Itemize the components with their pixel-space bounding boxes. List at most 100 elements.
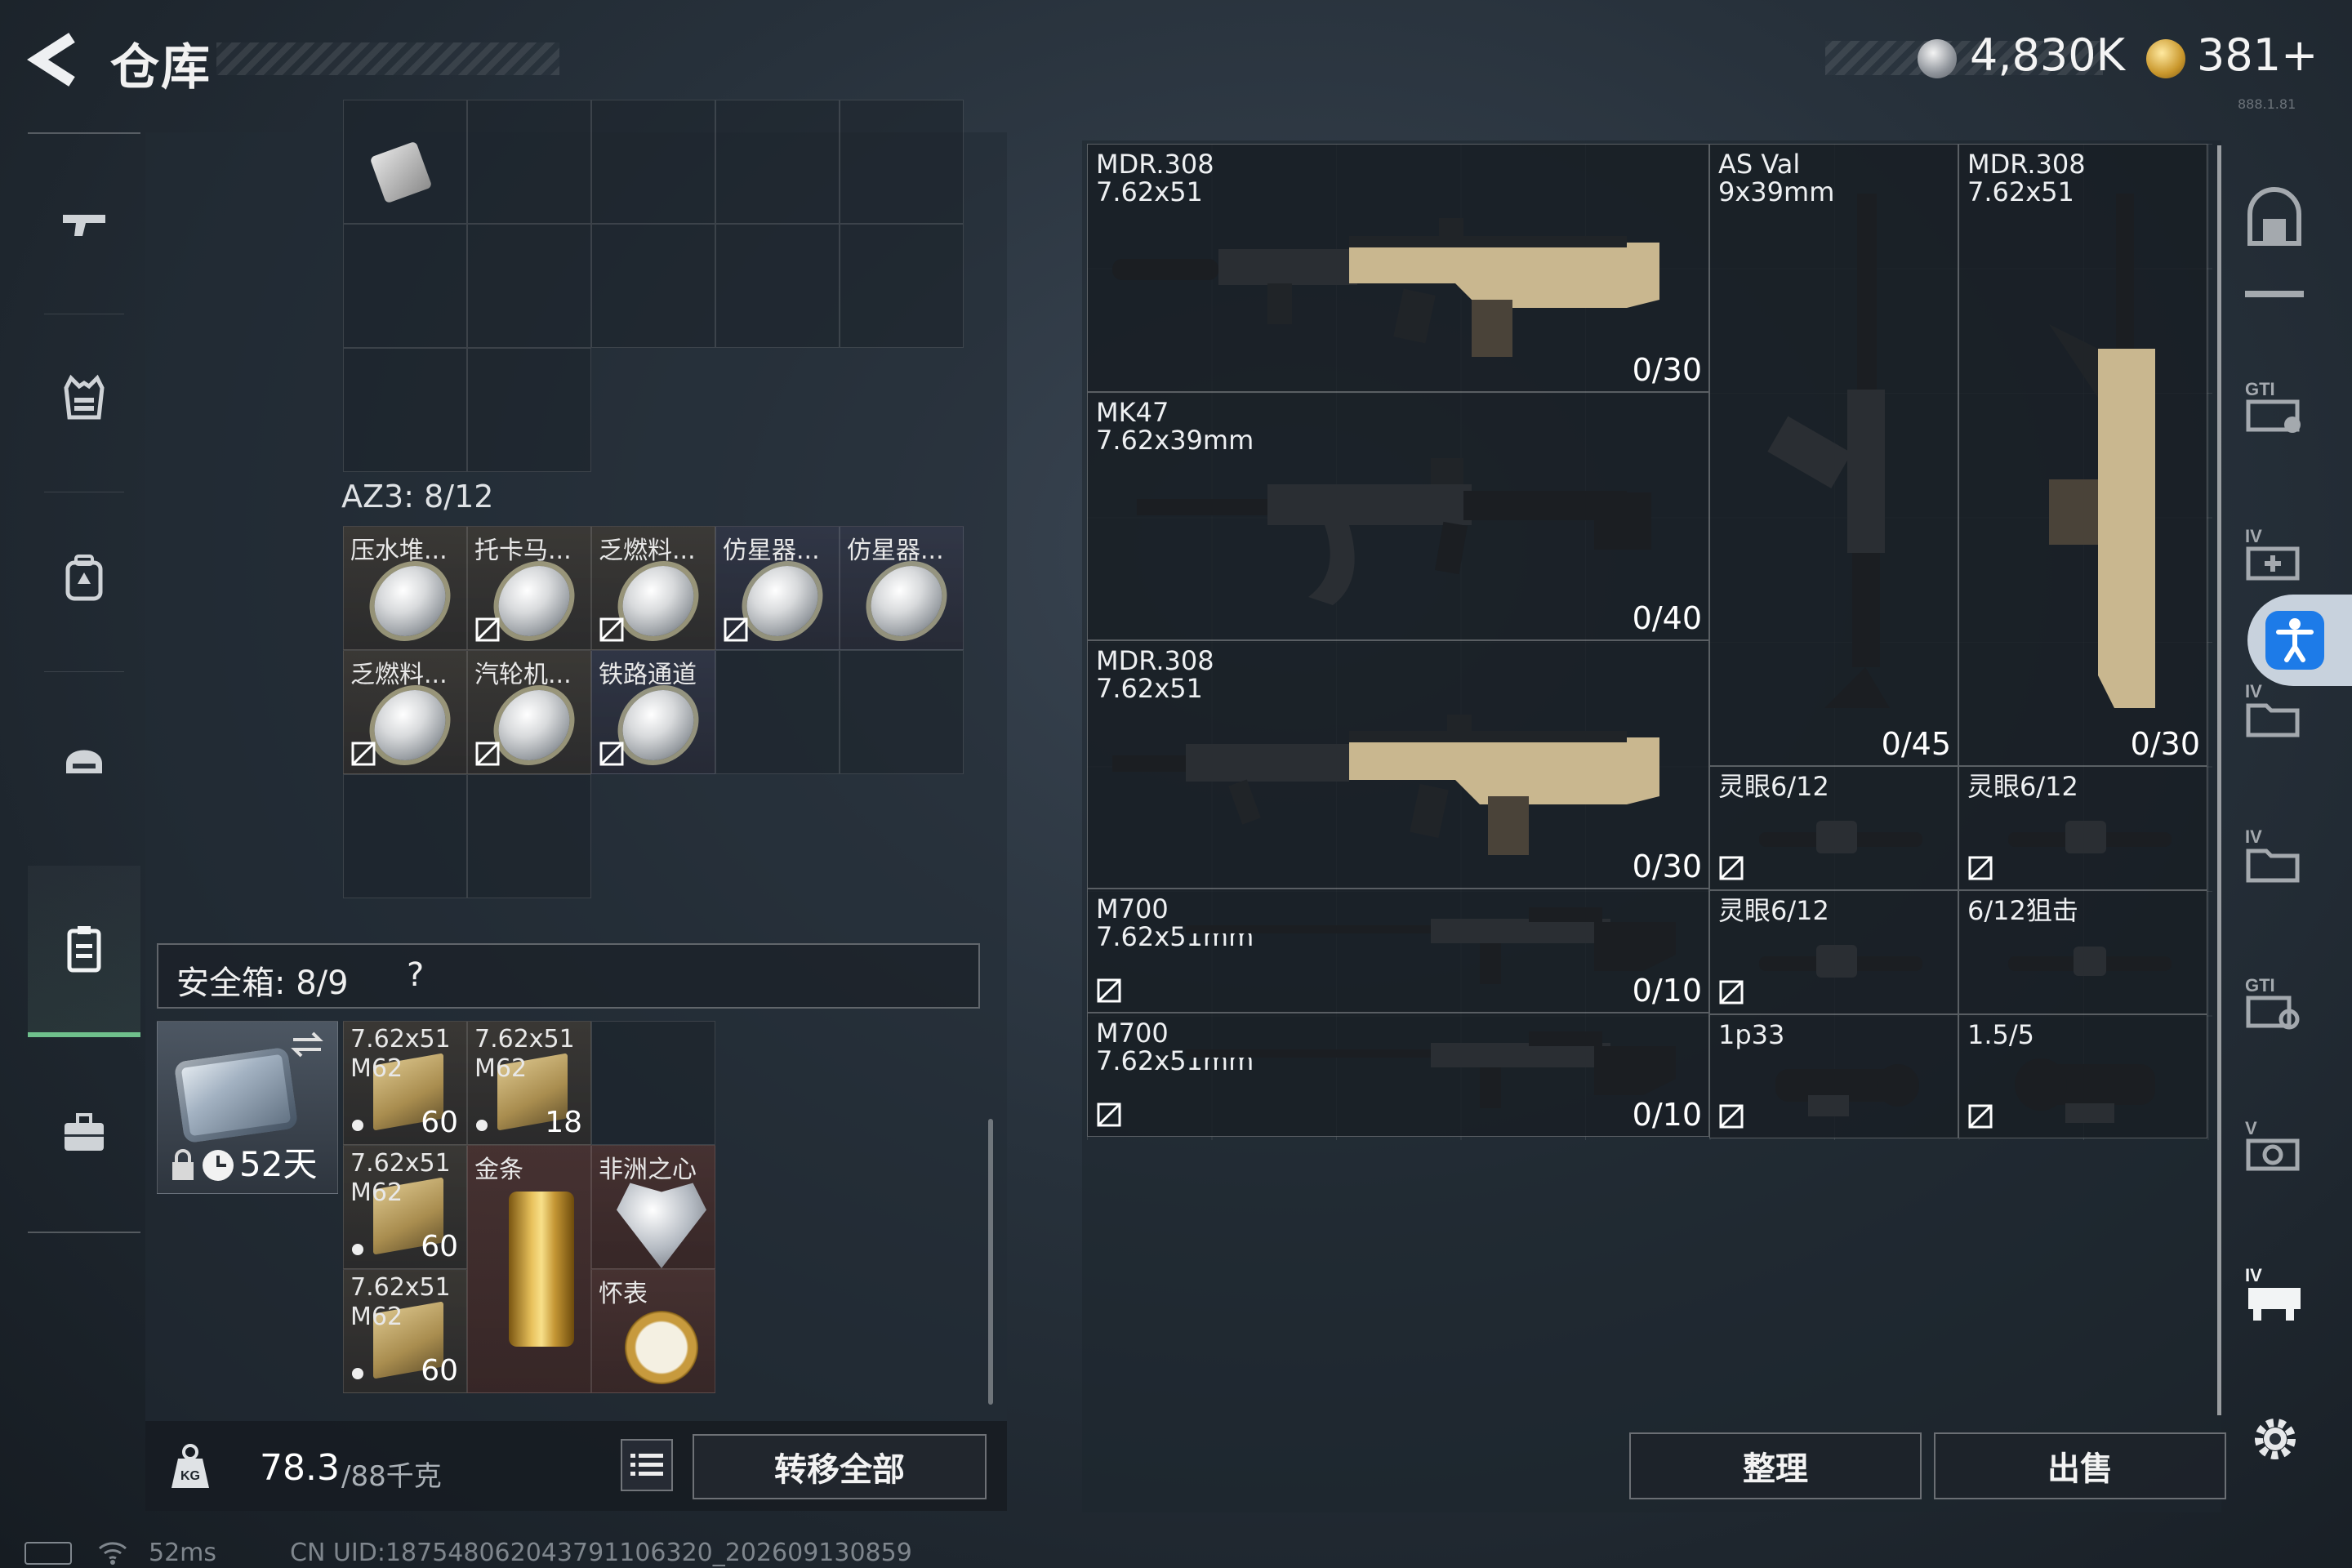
- weapon-slot[interactable]: MDR.308 7.62x51 0/30: [1087, 640, 1709, 889]
- item-count: 60: [421, 1230, 458, 1263]
- scope-icon: [1759, 821, 1922, 853]
- nav-item-gear[interactable]: [28, 679, 140, 835]
- stash-cell[interactable]: [591, 224, 715, 348]
- stash-cell[interactable]: [840, 224, 964, 348]
- side-tab-iv-medical[interactable]: IV: [2242, 523, 2307, 588]
- side-tab-weapons-case[interactable]: [2242, 186, 2307, 252]
- side-tab-iv-folder-1[interactable]: IV: [2242, 678, 2307, 743]
- side-tab-v-camera[interactable]: V: [2242, 1115, 2307, 1180]
- az3-container-label: AZ3: 8/12: [341, 479, 494, 514]
- stash-cell[interactable]: [715, 100, 840, 224]
- safe-help-button[interactable]: ?: [407, 956, 424, 994]
- safe-item-ammo[interactable]: 7.62x51 M62 60: [343, 1269, 467, 1393]
- settings-button[interactable]: [2247, 1411, 2303, 1467]
- safe-item-ammo[interactable]: 7.62x51 M62 60: [343, 1145, 467, 1269]
- weapon-slot[interactable]: MDR.308 7.62x51 0/30: [1087, 144, 1709, 392]
- az3-empty-cell[interactable]: [343, 774, 467, 898]
- nav-item-armor[interactable]: [28, 320, 140, 475]
- medkit-icon: IV: [2245, 526, 2300, 581]
- scope-slot[interactable]: 灵眼6/12: [1709, 766, 1958, 890]
- scope-slot[interactable]: 1p33: [1709, 1014, 1958, 1138]
- az3-item[interactable]: 铁路通道: [591, 650, 715, 774]
- safe-case-slot[interactable]: 52天: [157, 1021, 338, 1194]
- scope-slot[interactable]: 6/12狙击: [1958, 890, 2207, 1014]
- transfer-all-button[interactable]: 转移全部: [693, 1434, 987, 1499]
- nav-item-weapons[interactable]: [28, 149, 140, 304]
- disk-item-icon: [866, 566, 947, 636]
- az3-item[interactable]: 压水堆...: [343, 526, 467, 650]
- weapon-slot[interactable]: AS Val 9x39mm 0/45: [1709, 144, 1958, 766]
- az3-item[interactable]: 乏燃料...: [343, 650, 467, 774]
- stash-cell[interactable]: [467, 100, 591, 224]
- side-tab-iv-folder-2[interactable]: IV: [2242, 823, 2307, 889]
- safe-item-pocket-watch[interactable]: 怀表: [591, 1269, 715, 1393]
- nav-item-case[interactable]: [28, 1055, 140, 1210]
- stash-cell[interactable]: [715, 224, 840, 348]
- side-tab-gti-1[interactable]: GTI: [2242, 376, 2307, 441]
- nav-item-backpack[interactable]: [28, 500, 140, 655]
- stash-scrollbar[interactable]: [988, 1119, 993, 1405]
- weapon-slot[interactable]: MDR.308 7.62x51 0/30: [1958, 144, 2207, 766]
- vest-icon: [64, 374, 105, 420]
- no-sell-icon: [475, 617, 500, 642]
- side-tab-rifle[interactable]: [2242, 278, 2307, 310]
- stash-cell[interactable]: [591, 100, 715, 224]
- sort-button[interactable]: 整理: [1629, 1432, 1922, 1499]
- silver-currency-value: 4,830K: [1970, 29, 2126, 81]
- disk-item-icon: [617, 566, 699, 636]
- nav-top-line: [28, 132, 140, 134]
- disk-item-icon: [369, 690, 451, 760]
- weapon-slot[interactable]: M700 7.62x51mm 0/10: [1087, 889, 1709, 1013]
- weapon-slot[interactable]: M700 7.62x51mm 0/10: [1087, 1013, 1709, 1137]
- sell-button[interactable]: 出售: [1934, 1432, 2226, 1499]
- safe-item-heart-of-africa[interactable]: 非洲之心: [591, 1145, 715, 1269]
- az3-empty-cell[interactable]: [715, 650, 840, 774]
- case-days-remaining: 52天: [239, 1144, 318, 1184]
- wifi-icon: [99, 1542, 127, 1565]
- gold-currency-value[interactable]: 381+: [2197, 29, 2318, 81]
- side-scrollbar[interactable]: [2217, 145, 2221, 1415]
- list-view-button[interactable]: [621, 1439, 673, 1491]
- safe-empty-cell[interactable]: [591, 1021, 715, 1145]
- safe-item-ammo[interactable]: 7.62x51 M62 18: [467, 1021, 591, 1145]
- item-name: 怀表: [599, 1280, 648, 1308]
- az3-item[interactable]: 汽轮机...: [467, 650, 591, 774]
- az3-item[interactable]: 仿星器...: [715, 526, 840, 650]
- stash-cell-item[interactable]: [343, 100, 467, 224]
- scope-slot[interactable]: 灵眼6/12: [1958, 766, 2207, 890]
- az3-empty-cell[interactable]: [840, 650, 964, 774]
- az3-item[interactable]: 仿星器...: [840, 526, 964, 650]
- weapon-slot[interactable]: MK47 7.62x39mm 0/40: [1087, 392, 1709, 640]
- stash-cell[interactable]: [343, 224, 467, 348]
- user-uid: CN UID:18754806204379110632​0_2026091308…: [290, 1539, 912, 1567]
- safe-box-label: 安全箱: 8/9: [176, 964, 349, 1002]
- no-sell-icon: [1719, 1104, 1744, 1129]
- accessibility-button[interactable]: [2247, 595, 2352, 686]
- stash-cell[interactable]: [467, 348, 591, 472]
- folder-icon: IV: [2245, 681, 2300, 737]
- back-button[interactable]: [23, 31, 88, 88]
- nav-item-containers[interactable]: [28, 866, 140, 1037]
- az3-item[interactable]: 托卡马...: [467, 526, 591, 650]
- scope-slot[interactable]: 灵眼6/12: [1709, 890, 1958, 1014]
- side-tab-gti-2[interactable]: GTI: [2242, 972, 2307, 1037]
- item-name: 托卡马...: [474, 537, 572, 565]
- stash-cell[interactable]: [343, 348, 467, 472]
- gold-coin-icon: [2146, 39, 2185, 78]
- rifle-icon: [1767, 194, 1890, 708]
- side-tab-iv-machine[interactable]: IV: [2242, 1262, 2307, 1327]
- weapon-ammo: 0/30: [2130, 726, 2200, 762]
- scope-slot[interactable]: 1.5/5: [1958, 1014, 2207, 1138]
- az3-empty-cell[interactable]: [467, 774, 591, 898]
- stash-cell[interactable]: [467, 224, 591, 348]
- safe-item-gold-bar[interactable]: 金条: [467, 1145, 591, 1393]
- safe-item-ammo[interactable]: 7.62x51 M62 60: [343, 1021, 467, 1145]
- version-tag: 888.1.81: [2238, 96, 2296, 112]
- backpack-icon: [65, 555, 103, 601]
- stash-cell[interactable]: [840, 100, 964, 224]
- az3-item[interactable]: 乏燃料...: [591, 526, 715, 650]
- folder-icon: IV: [2245, 826, 2300, 883]
- no-sell-icon: [724, 617, 748, 642]
- swap-arrows-icon[interactable]: [288, 1028, 326, 1061]
- svg-text:V: V: [2245, 1118, 2257, 1138]
